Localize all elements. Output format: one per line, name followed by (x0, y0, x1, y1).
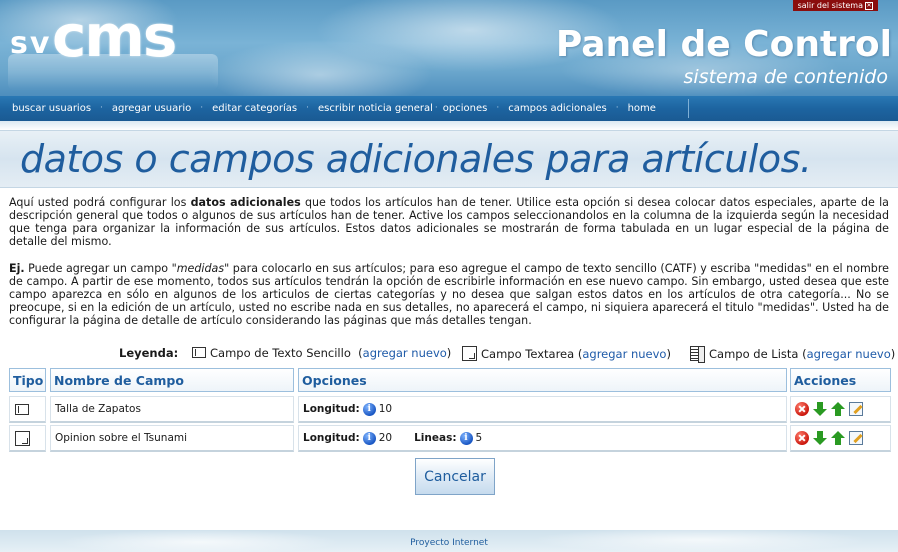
textarea-icon (462, 346, 477, 361)
footer: Proyecto Internet (0, 530, 898, 552)
footer-text: Proyecto Internet (410, 538, 488, 548)
option-label: Longitud: (303, 403, 360, 415)
desc-bold: Ej. (9, 262, 25, 275)
header-acciones: Acciones (790, 368, 891, 392)
nav-shadow (0, 121, 898, 130)
legend: Leyenda: Campo de Texto Sencillo (agrega… (0, 343, 895, 363)
option-label: Lineas: (414, 432, 457, 444)
exit-button[interactable]: salir del sistema ✕ (792, 0, 878, 11)
nav-separator: · (615, 102, 619, 113)
row-1-type (9, 396, 46, 423)
textfield-icon (192, 347, 206, 358)
header-subtitle: sistema de contenido (683, 66, 888, 88)
nav-escribir-noticia[interactable]: escribir noticia general (318, 103, 433, 114)
add-list-link[interactable]: agregar nuevo (807, 347, 891, 361)
move-down-icon[interactable] (813, 431, 827, 445)
nav-separator: · (306, 102, 309, 113)
cancel-button[interactable]: Cancelar (415, 458, 495, 495)
desc-italic: medidas (176, 262, 225, 275)
nav-separator: · (100, 102, 103, 113)
close-icon: ✕ (865, 1, 873, 10)
delete-icon[interactable] (795, 402, 809, 416)
nav-buscar-usuarios[interactable]: buscar usuarios (12, 103, 91, 114)
nav-campos-adicionales[interactable]: campos adicionales (508, 103, 606, 114)
edit-icon[interactable] (849, 402, 863, 416)
page-title: datos o campos adicionales para artículo… (20, 137, 812, 181)
legend-item-list: Campo de Lista (agregar nuevo) (690, 346, 895, 363)
exit-label: salir del sistema (797, 1, 863, 10)
svcms-logo: sv cms (8, 2, 218, 92)
option-value: 20 (378, 432, 393, 444)
legend-item-textfield: Campo de Texto Sencillo (agregar nuevo) (192, 346, 451, 360)
add-textfield-link[interactable]: agregar nuevo (363, 346, 447, 360)
move-up-icon[interactable] (831, 402, 845, 416)
legend-item-name: Campo Textarea (481, 347, 575, 361)
description-paragraph-2: Ej. Puede agregar un campo "medidas" par… (9, 262, 889, 327)
edit-icon[interactable] (849, 431, 863, 445)
main-nav: buscar usuarios · agregar usuario · edit… (0, 96, 898, 121)
nav-agregar-usuario[interactable]: agregar usuario (112, 103, 191, 114)
option-label: Longitud: (303, 432, 360, 444)
row-2-name: Opinion sobre el Tsunami (50, 425, 294, 452)
nav-separator: · (200, 102, 204, 113)
logo-main: cms (52, 2, 177, 70)
add-textarea-link[interactable]: agregar nuevo (582, 347, 666, 361)
row-2-actions (790, 425, 891, 452)
move-up-icon[interactable] (831, 431, 845, 445)
option-value: 5 (475, 432, 483, 444)
row-1-options: Longitud: i 10 (298, 396, 787, 423)
desc-text: Puede agregar un campo " (24, 262, 177, 275)
logo-prefix: sv (10, 26, 52, 61)
option-value: 10 (378, 403, 393, 415)
legend-item-textarea: Campo Textarea (agregar nuevo) (462, 346, 671, 361)
info-icon[interactable]: i (362, 402, 376, 416)
title-banner: datos o campos adicionales para artículo… (0, 130, 898, 188)
nav-separator: · (434, 102, 438, 113)
nav-opciones[interactable]: opciones (443, 103, 488, 114)
nav-editar-categorias[interactable]: editar categorías (212, 103, 297, 114)
legend-item-name: Campo de Texto Sencillo (210, 346, 351, 360)
info-icon[interactable]: i (459, 431, 473, 445)
nav-divider (688, 99, 689, 118)
info-icon[interactable]: i (362, 431, 376, 445)
delete-icon[interactable] (795, 431, 809, 445)
header-banner: sv cms Panel de Control sistema de conte… (0, 0, 898, 96)
row-1-name: Talla de Zapatos (50, 396, 294, 423)
textarea-icon (15, 430, 30, 446)
move-down-icon[interactable] (813, 402, 827, 416)
nav-home[interactable]: home (628, 103, 656, 114)
list-icon (690, 346, 705, 363)
legend-item-name: Campo de Lista (709, 347, 799, 361)
header-tipo: Tipo (9, 368, 46, 392)
legend-label: Leyenda: (119, 346, 179, 360)
desc-text: Aquí usted podrá configurar los (9, 196, 191, 209)
textfield-icon (15, 403, 29, 415)
row-1-actions (790, 396, 891, 423)
description-paragraph-1: Aquí usted podrá configurar los datos ad… (9, 196, 889, 248)
nav-separator: · (496, 102, 500, 113)
header-title: Panel de Control (555, 24, 892, 65)
header-opciones: Opciones (298, 368, 787, 392)
header-nombre: Nombre de Campo (50, 368, 294, 392)
row-2-options: Longitud: i 20 Lineas: i 5 (298, 425, 787, 452)
desc-bold: datos adicionales (190, 196, 301, 209)
row-2-type (9, 425, 46, 452)
